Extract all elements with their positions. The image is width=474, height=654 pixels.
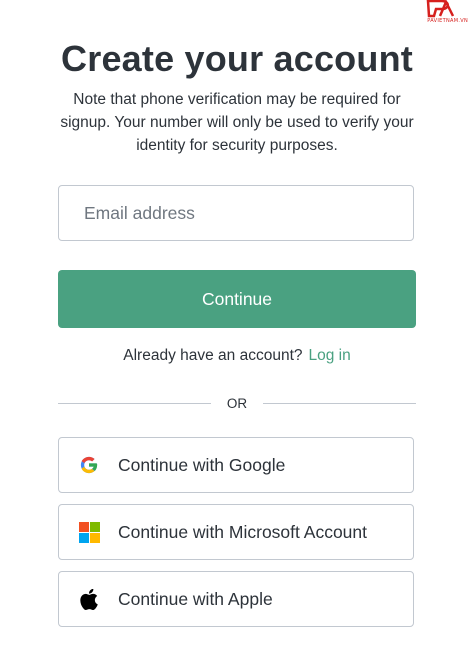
continue-button[interactable]: Continue (58, 270, 416, 328)
pavietnam-logo: PAVIETNAM.VN (412, 0, 468, 24)
page-title: Create your account (61, 38, 413, 79)
login-prompt: Already have an account? (123, 347, 303, 364)
divider-line-right (263, 402, 416, 404)
login-link[interactable]: Log in (309, 347, 351, 364)
login-row: Already have an account? Log in (0, 347, 474, 365)
pavietnam-logo-text: PAVIETNAM.VN (427, 18, 468, 24)
microsoft-signin-button[interactable]: Continue with Microsoft Account (58, 504, 414, 560)
apple-icon (78, 588, 100, 610)
page-subtitle: Note that phone verification may be requ… (60, 91, 414, 154)
or-divider: OR (58, 394, 416, 412)
google-signin-button[interactable]: Continue with Google (58, 437, 414, 493)
microsoft-icon (78, 521, 100, 543)
apple-signin-label: Continue with Apple (118, 588, 273, 609)
microsoft-signin-label: Continue with Microsoft Account (118, 521, 368, 542)
google-icon (78, 454, 100, 476)
email-input[interactable] (82, 201, 386, 225)
divider-line-left (58, 402, 211, 404)
or-text: OR (226, 395, 248, 411)
pavietnam-logo-mark-icon (426, 0, 455, 18)
google-signin-label: Continue with Google (118, 454, 286, 475)
apple-signin-button[interactable]: Continue with Apple (58, 571, 414, 627)
email-field[interactable] (58, 185, 414, 241)
